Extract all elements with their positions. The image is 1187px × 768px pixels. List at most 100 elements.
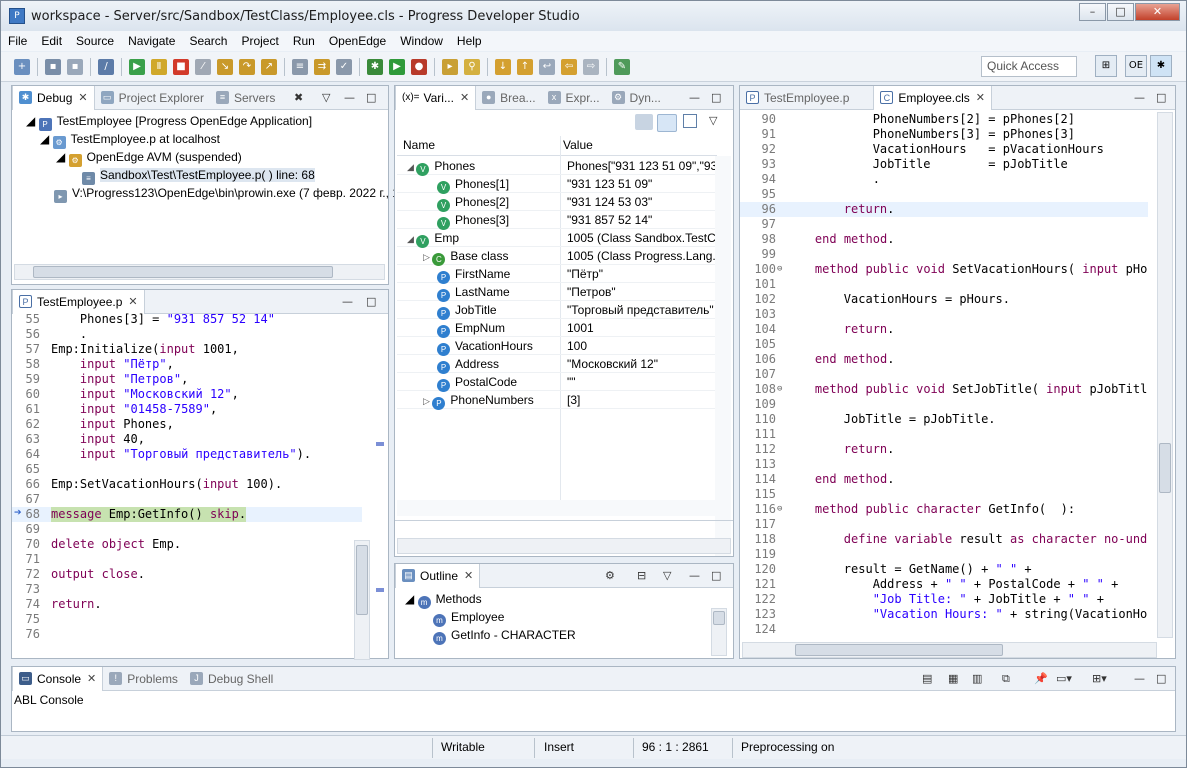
code-line[interactable]: 101: [740, 277, 1148, 292]
open-console-icon[interactable]: ⊞▾: [1092, 672, 1107, 685]
variable-row[interactable]: ◢ VEmp1005 (Class Sandbox.TestClass: [397, 229, 717, 248]
debug-perspective-icon[interactable]: ✱: [1150, 55, 1172, 77]
code-line[interactable]: 100 method public void SetVacationHours(…: [740, 262, 1148, 277]
variable-row[interactable]: P EmpNum 1001: [397, 319, 717, 338]
code-line[interactable]: 109: [740, 397, 1148, 412]
code-line[interactable]: 74 return.: [12, 597, 362, 612]
vertical-scrollbar[interactable]: [354, 540, 370, 660]
word-wrap-icon[interactable]: ▥: [972, 672, 982, 685]
tree-item[interactable]: ◢ ⚙ TestEmployee.p at localhost: [20, 130, 384, 149]
variable-row[interactable]: V Phones[3] "931 857 52 14": [397, 211, 717, 230]
variable-row[interactable]: P FirstName "Пётр": [397, 265, 717, 284]
code-line[interactable]: 56 .: [12, 327, 362, 342]
code-line[interactable]: 98 end method.: [740, 232, 1148, 247]
minimize-icon[interactable]: —: [689, 91, 700, 104]
code-line[interactable]: 92 VacationHours = pVacationHours: [740, 142, 1148, 157]
variable-row[interactable]: V Phones[1] "931 123 51 09": [397, 175, 717, 194]
minimize-icon[interactable]: —: [344, 91, 355, 104]
code-line[interactable]: 90 PhoneNumbers[2] = pPhones[2]: [740, 112, 1148, 127]
code-line[interactable]: 75: [12, 612, 362, 627]
code-line[interactable]: 110 JobTitle = pJobTitle.: [740, 412, 1148, 427]
external-tools-icon[interactable]: ●: [411, 58, 427, 75]
save-all-icon[interactable]: ▪: [67, 58, 83, 75]
minimize-icon[interactable]: —: [342, 295, 353, 308]
variable-row[interactable]: P LastName "Петров": [397, 283, 717, 302]
code-line[interactable]: 97: [740, 217, 1148, 232]
variable-row[interactable]: V Phones[2] "931 124 53 03": [397, 193, 717, 212]
tab-project-explorer[interactable]: ▭ Project Explorer: [95, 86, 210, 110]
code-line[interactable]: 61 input "01458-7589",: [12, 402, 362, 417]
open-type-icon[interactable]: ▸: [442, 58, 458, 75]
code-line[interactable]: 107: [740, 367, 1148, 382]
search-icon[interactable]: ⚲: [464, 58, 480, 75]
code-line[interactable]: 57 Emp:Initialize(input 1001,: [12, 342, 362, 357]
code-line[interactable]: 123 "Vacation Hours: " + string(Vacation…: [740, 607, 1148, 622]
menu-project[interactable]: Project: [234, 34, 285, 48]
collapse-all-icon[interactable]: [683, 114, 697, 128]
fold-icon[interactable]: ⊖: [777, 382, 782, 397]
tab-testemployee[interactable]: P TestEmployee.p ✕: [12, 289, 145, 314]
menu-run[interactable]: Run: [286, 34, 322, 48]
menu-openedge[interactable]: OpenEdge: [322, 34, 393, 48]
expand-icon[interactable]: ◢: [407, 162, 416, 172]
minimize-icon[interactable]: —: [1134, 91, 1145, 104]
maximize-icon[interactable]: □: [1156, 91, 1166, 104]
code-line[interactable]: 113: [740, 457, 1148, 472]
variable-row[interactable]: P VacationHours 100: [397, 337, 717, 356]
code-line[interactable]: 105: [740, 337, 1148, 352]
vertical-scrollbar[interactable]: [715, 156, 731, 556]
pin-console-icon[interactable]: 📌: [1034, 672, 1048, 685]
code-line[interactable]: 120 result = GetName() + " " +: [740, 562, 1148, 577]
maximize-button[interactable]: □: [1107, 3, 1134, 21]
tab-breakpoints[interactable]: ● Brea...: [476, 86, 541, 110]
menu-help[interactable]: Help: [450, 34, 489, 48]
minimize-icon[interactable]: —: [689, 569, 700, 582]
code-line[interactable]: 69: [12, 522, 362, 537]
next-annotation-icon[interactable]: ↓: [495, 58, 511, 75]
code-line[interactable]: 121 Address + " " + PostalCode + " " +: [740, 577, 1148, 592]
code-line[interactable]: 102 VacationHours = pHours.: [740, 292, 1148, 307]
close-icon[interactable]: ✕: [464, 569, 473, 582]
close-icon[interactable]: ✕: [78, 91, 87, 104]
disconnect-icon[interactable]: ⁄: [195, 58, 211, 75]
last-edit-icon[interactable]: ↩: [539, 58, 555, 75]
tab-problems[interactable]: ! Problems: [103, 667, 184, 691]
code-line[interactable]: 66 Emp:SetVacationHours(input 100).: [12, 477, 362, 492]
close-button[interactable]: ✕: [1135, 3, 1180, 21]
close-icon[interactable]: ✕: [128, 295, 137, 308]
horizontal-scrollbar[interactable]: [397, 500, 731, 516]
save-icon[interactable]: ▪: [45, 58, 61, 75]
debug-icon[interactable]: ✱: [367, 58, 383, 75]
variable-row[interactable]: P PostalCode "": [397, 373, 717, 392]
step-into-icon[interactable]: ↘: [217, 58, 233, 75]
tab-expressions[interactable]: x Expr...: [542, 86, 606, 110]
code-line[interactable]: 59 input "Петров",: [12, 372, 362, 387]
tab-testemployee[interactable]: P TestEmployee.p: [740, 86, 855, 110]
vertical-scrollbar[interactable]: [711, 608, 727, 656]
tree-item[interactable]: ◢ P TestEmployee [Progress OpenEdge Appli…: [20, 112, 384, 131]
code-line[interactable]: 70 delete object Emp.: [12, 537, 362, 552]
display-console-icon[interactable]: ▭▾: [1056, 672, 1072, 685]
variable-row[interactable]: P JobTitle "Торговый представитель": [397, 301, 717, 320]
detail-pane-scrollbar[interactable]: [397, 538, 731, 554]
code-line[interactable]: 117: [740, 517, 1148, 532]
show-type-names-icon[interactable]: [635, 114, 653, 130]
close-icon[interactable]: ✕: [976, 91, 985, 104]
resume-icon[interactable]: ▶: [129, 58, 145, 75]
horizontal-scrollbar[interactable]: [742, 642, 1157, 658]
maximize-icon[interactable]: □: [711, 91, 721, 104]
maximize-icon[interactable]: □: [711, 569, 721, 582]
forward-icon[interactable]: ⇨: [583, 58, 599, 75]
code-line[interactable]: 108 method public void SetJobTitle( inpu…: [740, 382, 1148, 397]
tree-item[interactable]: ≡ Sandbox\Test\TestEmployee.p( ) line: 68: [20, 166, 384, 185]
tab-dynamic[interactable]: ⚙ Dyn...: [606, 86, 667, 110]
view-menu-icon[interactable]: ▽: [663, 569, 671, 582]
tree-item[interactable]: ◢ ⚙ OpenEdge AVM (suspended): [20, 148, 384, 167]
code-line[interactable]: 106 end method.: [740, 352, 1148, 367]
variable-row[interactable]: ▷ P PhoneNumbers [3]: [397, 391, 717, 410]
code-line[interactable]: 118 define variable result as character …: [740, 532, 1148, 547]
menu-search[interactable]: Search: [182, 34, 234, 48]
pin-editor-icon[interactable]: ✎: [614, 58, 630, 75]
code-line[interactable]: 55 Phones[3] = "931 857 52 14": [12, 312, 362, 327]
outline-item[interactable]: m Employee: [403, 608, 703, 627]
